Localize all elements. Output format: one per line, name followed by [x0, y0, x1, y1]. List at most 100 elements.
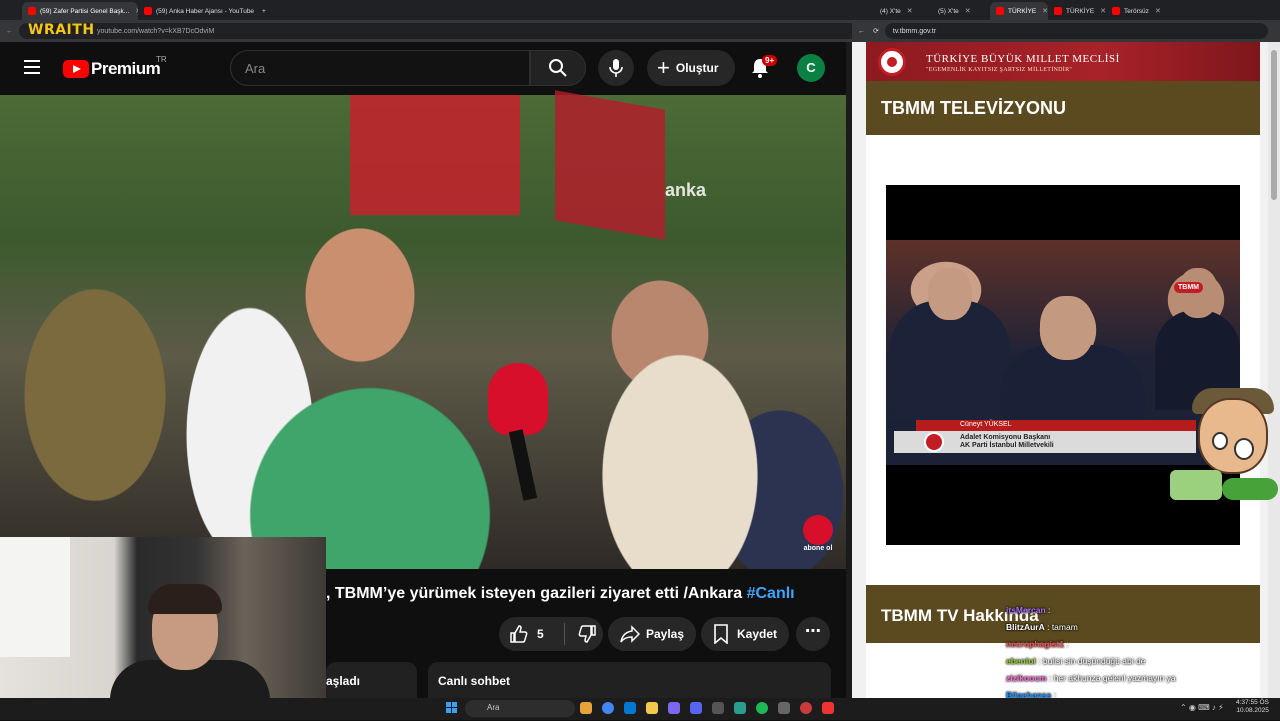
- live-chat-label: Canlı sohbet: [438, 674, 511, 688]
- close-tab-icon[interactable]: ✕: [907, 7, 913, 15]
- back-icon[interactable]: ←: [6, 28, 13, 35]
- video-person-head: [1040, 296, 1094, 360]
- like-icon[interactable]: [509, 624, 529, 644]
- tab-anka-haber[interactable]: (59) Anka Haber Ajansı - YouTube✕: [138, 2, 256, 20]
- chat-text: :: [1064, 639, 1069, 649]
- anka-logo-icon: [803, 515, 833, 545]
- wraith-overlay-logo: WRAITH: [28, 22, 95, 38]
- taskbar-app-icon[interactable]: [734, 702, 746, 714]
- mascot-head-graphic: [1198, 398, 1268, 474]
- chat-username: zizikoocm: [1006, 673, 1047, 683]
- spotify-icon[interactable]: [756, 702, 768, 714]
- save-button[interactable]: Kaydet: [701, 617, 789, 651]
- youtube-logo-icon[interactable]: [63, 60, 89, 78]
- tab-label: (59) Anka Haber Ajansı - YouTube: [156, 7, 255, 15]
- video-title-text: , TBMM’ye yürümek isteyen gazileri ziyar…: [326, 585, 747, 602]
- chrome-icon[interactable]: [602, 702, 614, 714]
- system-tray[interactable]: ⌃ ◉ ⌨ ♪ ⚡: [1180, 703, 1224, 712]
- url-text: tv.tbmm.gov.tr: [892, 27, 937, 35]
- microphone-icon: [609, 59, 623, 77]
- tab-label: (59) Zafer Partisi Genel Başk...: [40, 7, 130, 15]
- chat-username: itsMercan: [1006, 605, 1046, 615]
- chat-message: BlitzAurA : tamam: [1006, 619, 1266, 636]
- like-count: 5: [537, 627, 544, 641]
- live-chat-panel[interactable]: Canlı sohbet: [428, 662, 831, 702]
- news-microphone-graphic: [488, 363, 548, 435]
- voice-search-button[interactable]: [598, 50, 634, 86]
- taskbar-app-icon[interactable]: [822, 702, 834, 714]
- tab-turkiye-2[interactable]: TÜRKİYE ✕: [1048, 2, 1106, 20]
- close-tab-icon[interactable]: ✕: [965, 7, 971, 15]
- search-input[interactable]: Ara: [230, 50, 530, 86]
- share-icon: [620, 625, 640, 643]
- search-button[interactable]: [530, 50, 586, 86]
- chat-text: : bulisi sin düşündüğü abi de: [1035, 656, 1146, 666]
- back-icon[interactable]: ←: [858, 28, 865, 35]
- tab-label: Terörsüz: [1124, 7, 1149, 15]
- dislike-icon[interactable]: [577, 624, 597, 644]
- tab-x-2[interactable]: (5) X'te ✕: [932, 2, 990, 20]
- video-title: , TBMM’ye yürümek isteyen gazileri ziyar…: [326, 585, 795, 603]
- right-scrollbar-thumb[interactable]: [1271, 50, 1277, 200]
- taskbar-app-icon[interactable]: [580, 702, 592, 714]
- tbmm-seal-icon[interactable]: [878, 48, 906, 76]
- create-button[interactable]: + Oluştur: [647, 50, 735, 86]
- video-banner-graphic: [555, 90, 665, 240]
- mascot-eye-graphic: [1234, 438, 1254, 460]
- tab-x-1[interactable]: (4) X'te ✕: [874, 2, 932, 20]
- edge-icon[interactable]: [624, 702, 636, 714]
- like-dislike-group: 5: [499, 617, 603, 651]
- news-favicon-icon: [1112, 7, 1120, 15]
- chat-message: zizikoocm : her akhunza gelenl yazmayın …: [1006, 670, 1266, 687]
- webcam-background-window: [0, 537, 70, 657]
- share-button[interactable]: Paylaş: [608, 617, 696, 651]
- taskbar-clock[interactable]: 4:37:55 ÖS 10.08.2025: [1236, 699, 1269, 715]
- menu-icon[interactable]: [24, 60, 40, 74]
- tab-turkiye-1[interactable]: TÜRKİYE ✕: [990, 2, 1048, 20]
- youtube-brand[interactable]: Premium: [91, 59, 161, 79]
- hashtag-link[interactable]: #Canlı: [747, 585, 795, 602]
- tab-label: TÜRKİYE: [1008, 7, 1037, 15]
- taskbar-app-icon[interactable]: [778, 702, 790, 714]
- discord-icon[interactable]: [690, 702, 702, 714]
- url-text: youtube.com/watch?v=kXB7DcOdviM: [97, 27, 215, 35]
- windows-start-icon[interactable]: [446, 702, 458, 714]
- bookmark-icon: [714, 624, 728, 644]
- create-label: Oluştur: [675, 61, 719, 75]
- mascot-cup-graphic: [1170, 470, 1222, 500]
- tab-terorsuz[interactable]: Terörsüz ✕: [1106, 2, 1164, 20]
- lower-third-seal-icon: [924, 432, 944, 452]
- save-label: Kaydet: [737, 627, 778, 641]
- more-options-icon[interactable]: ⋯: [796, 617, 830, 651]
- tv-page-title: TBMM TELEVİZYONU: [881, 98, 1066, 118]
- chat-message: necrophagist1 :: [1006, 636, 1266, 653]
- subscribe-watermark[interactable]: abone ol: [800, 515, 836, 553]
- taskbar-search[interactable]: Ara: [465, 700, 575, 717]
- url-field[interactable]: tv.tbmm.gov.tr: [884, 23, 1268, 39]
- speaker-role-line-2: AK Parti İstanbul Milletvekili: [960, 442, 1054, 449]
- chat-username: necrophagist1: [1006, 639, 1065, 649]
- taskbar-app-icon[interactable]: [712, 702, 724, 714]
- tbmm-slogan: "EGEMENLİK KAYITSIZ ŞARTSIZ MİLLETİNDİR": [926, 67, 1073, 73]
- chat-text: : her akhunza gelenl yazmayın ya: [1046, 673, 1176, 683]
- taskbar-app-icon[interactable]: [668, 702, 680, 714]
- avatar[interactable]: C: [797, 54, 825, 82]
- reload-icon[interactable]: ⟳: [873, 27, 879, 35]
- webcam-person-hair: [148, 584, 222, 614]
- tab-zafer-partisi[interactable]: (59) Zafer Partisi Genel Başk...✕: [22, 2, 138, 20]
- chat-username: BlitzAurA: [1006, 622, 1045, 632]
- description-panel[interactable]: aşladı: [326, 662, 417, 702]
- new-tab-button[interactable]: +: [256, 2, 272, 20]
- youtube-favicon-icon: [144, 7, 152, 15]
- tab-label: (4) X'te: [880, 7, 901, 15]
- tbmm-favicon-icon: [996, 7, 1004, 15]
- chat-username: ebenlol: [1006, 656, 1036, 666]
- file-explorer-icon[interactable]: [646, 702, 658, 714]
- youtube-favicon-icon: [28, 7, 36, 15]
- close-tab-icon[interactable]: ✕: [1155, 7, 1161, 15]
- clock-time: 4:37:55 ÖS: [1236, 699, 1269, 706]
- obs-icon[interactable]: [800, 702, 812, 714]
- share-label: Paylaş: [646, 627, 685, 641]
- mascot-hand-graphic: [1222, 478, 1278, 500]
- divider: [563, 623, 565, 645]
